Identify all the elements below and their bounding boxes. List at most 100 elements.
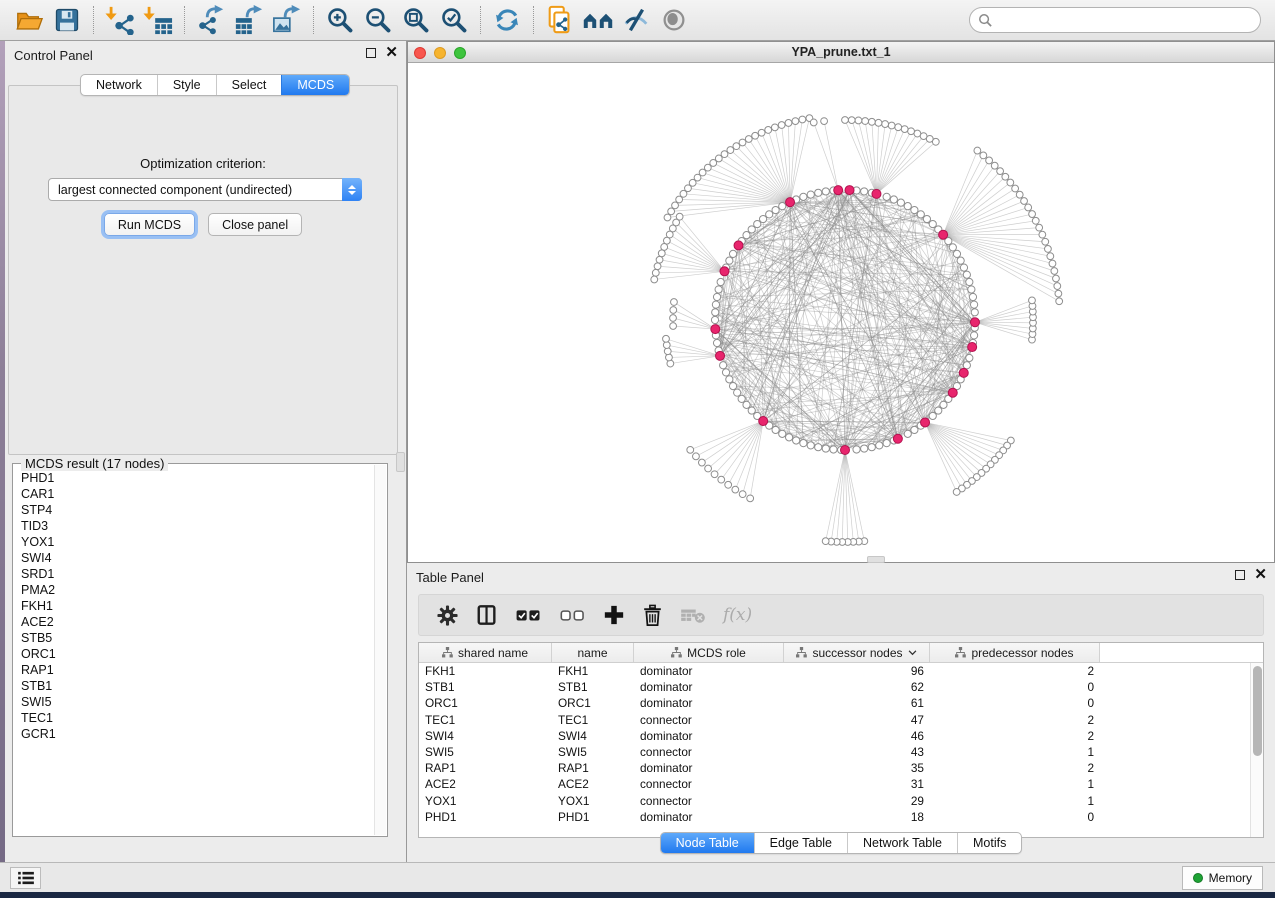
open-button[interactable] — [10, 3, 48, 37]
leaf-node[interactable] — [652, 269, 659, 276]
leaf-node[interactable] — [747, 495, 754, 502]
network-window-titlebar[interactable]: YPA_prune.txt_1 — [408, 42, 1274, 63]
ring-node[interactable] — [904, 203, 911, 210]
leaf-node[interactable] — [672, 202, 679, 209]
ring-node[interactable] — [897, 199, 904, 206]
table-cell[interactable]: PHD1 — [552, 810, 634, 824]
leaf-node[interactable] — [908, 128, 915, 135]
table-cell[interactable]: RAP1 — [419, 761, 552, 775]
leaf-node[interactable] — [974, 147, 981, 154]
ring-node[interactable] — [815, 444, 822, 451]
leaf-node[interactable] — [1045, 246, 1052, 253]
leaf-node[interactable] — [658, 250, 665, 257]
table-cell[interactable]: YOX1 — [419, 794, 552, 808]
show-columns-icon[interactable] — [476, 604, 498, 626]
leaf-node[interactable] — [739, 491, 746, 498]
mcds-hub-node[interactable] — [948, 388, 957, 397]
column-header-shared-name[interactable]: shared name — [419, 643, 552, 662]
table-cell[interactable]: STB1 — [552, 680, 634, 694]
mcds-result-item[interactable]: TEC1 — [21, 710, 374, 726]
leaf-node[interactable] — [901, 126, 908, 133]
leaf-node[interactable] — [765, 127, 772, 134]
zoom-out-button[interactable] — [359, 3, 397, 37]
ring-node[interactable] — [800, 193, 807, 200]
ring-node[interactable] — [830, 446, 837, 453]
table-cell[interactable]: 43 — [784, 745, 930, 759]
mcds-result-item[interactable]: ACE2 — [21, 614, 374, 630]
table-row[interactable]: YOX1YOX1connector291 — [419, 793, 1263, 809]
mcds-result-item[interactable]: TID3 — [21, 518, 374, 534]
run-mcds-button[interactable]: Run MCDS — [104, 213, 195, 236]
table-cell[interactable]: 2 — [930, 713, 1100, 727]
ring-node[interactable] — [822, 188, 829, 195]
memory-button[interactable]: Memory — [1182, 866, 1263, 890]
mcds-result-item[interactable]: PMA2 — [21, 582, 374, 598]
ring-node[interactable] — [779, 430, 786, 437]
close-panel-button[interactable]: Close panel — [208, 213, 302, 236]
mcds-hub-node[interactable] — [893, 434, 902, 443]
table-cell[interactable]: dominator — [634, 664, 784, 678]
table-row[interactable]: FKH1FKH1dominator962 — [419, 663, 1263, 679]
mcds-hub-node[interactable] — [834, 186, 843, 195]
mcds-hub-node[interactable] — [959, 368, 968, 377]
ring-node[interactable] — [815, 189, 822, 196]
leaf-node[interactable] — [671, 299, 678, 306]
tab-select[interactable]: Select — [216, 75, 282, 95]
ring-node[interactable] — [957, 257, 964, 264]
leaf-node[interactable] — [895, 124, 902, 131]
ring-node[interactable] — [779, 203, 786, 210]
leaf-node[interactable] — [980, 152, 987, 159]
mcds-hub-node[interactable] — [759, 417, 768, 426]
ring-node[interactable] — [966, 354, 973, 361]
table-row[interactable]: ACE2ACE2connector311 — [419, 776, 1263, 792]
mcds-result-item[interactable]: SRD1 — [21, 566, 374, 582]
column-header-name[interactable]: name — [552, 643, 634, 662]
mcds-hub-node[interactable] — [716, 351, 725, 360]
ring-node[interactable] — [970, 301, 977, 308]
table-cell[interactable]: ORC1 — [419, 696, 552, 710]
mcds-hub-node[interactable] — [841, 446, 850, 455]
mcds-result-item[interactable]: SWI4 — [21, 550, 374, 566]
table-cell[interactable]: 0 — [930, 810, 1100, 824]
table-cell[interactable]: YOX1 — [552, 794, 634, 808]
table-cell[interactable]: 1 — [930, 777, 1100, 791]
table-cell[interactable]: connector — [634, 713, 784, 727]
table-cell[interactable]: 35 — [784, 761, 930, 775]
leaf-node[interactable] — [732, 486, 739, 493]
mcds-hub-node[interactable] — [711, 325, 720, 334]
table-cell[interactable]: ORC1 — [552, 696, 634, 710]
ring-node[interactable] — [904, 430, 911, 437]
leaf-node[interactable] — [1025, 204, 1032, 211]
split-pane-handle-horizontal[interactable] — [867, 556, 885, 563]
table-cell[interactable]: 31 — [784, 777, 930, 791]
mcds-result-item[interactable]: PHD1 — [21, 470, 374, 486]
mcds-result-item[interactable]: ORC1 — [21, 646, 374, 662]
save-button[interactable] — [48, 3, 86, 37]
ring-node[interactable] — [883, 440, 890, 447]
ring-node[interactable] — [923, 215, 930, 222]
table-cell[interactable]: TEC1 — [419, 713, 552, 727]
leaf-node[interactable] — [1049, 260, 1056, 267]
leaf-node[interactable] — [725, 481, 732, 488]
window-close-icon[interactable] — [414, 47, 426, 59]
ring-node[interactable] — [800, 440, 807, 447]
ring-node[interactable] — [807, 191, 814, 198]
leaf-node[interactable] — [914, 130, 921, 137]
ring-node[interactable] — [861, 188, 868, 195]
leaf-node[interactable] — [953, 489, 960, 496]
leaf-node[interactable] — [888, 122, 895, 129]
leaf-node[interactable] — [1016, 191, 1023, 198]
leaf-node[interactable] — [733, 143, 740, 150]
tab-style[interactable]: Style — [157, 75, 216, 95]
ring-node[interactable] — [726, 376, 733, 383]
ring-node[interactable] — [861, 445, 868, 452]
table-cell[interactable]: SWI5 — [552, 745, 634, 759]
table-cell[interactable]: SWI4 — [419, 729, 552, 743]
float-panel-icon[interactable] — [366, 48, 376, 58]
ring-node[interactable] — [890, 196, 897, 203]
leaf-node[interactable] — [1029, 211, 1036, 218]
tab-edge-table[interactable]: Edge Table — [754, 833, 847, 853]
column-header-MCDS-role[interactable]: MCDS role — [634, 643, 784, 662]
export-table-button[interactable] — [230, 3, 268, 37]
leaf-node[interactable] — [661, 244, 668, 251]
